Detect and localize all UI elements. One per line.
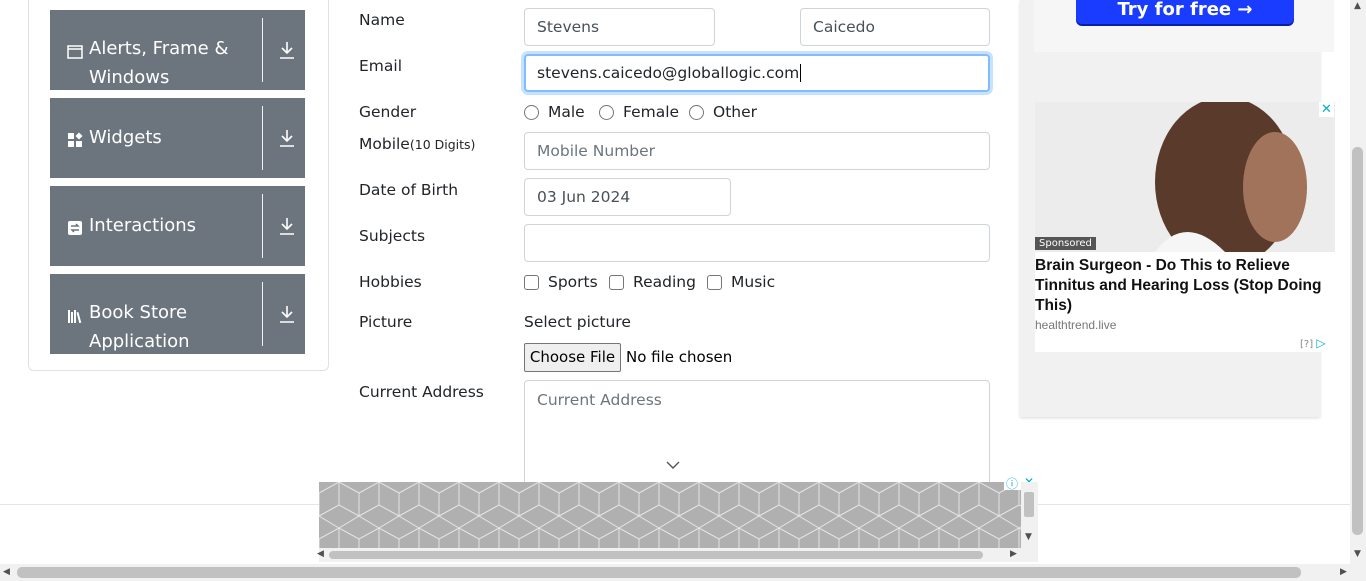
- ad-info[interactable]: [?] ▷: [1300, 336, 1326, 350]
- mobile-label-text: Mobile: [359, 135, 410, 153]
- ad-info-label: [?]: [1300, 339, 1314, 350]
- mobile-label: Mobile(10 Digits): [359, 135, 475, 153]
- gender-other-radio[interactable]: [689, 105, 704, 120]
- choose-file-button[interactable]: Choose File: [524, 343, 621, 372]
- download-arrow-icon[interactable]: [278, 128, 296, 148]
- name-label: Name: [359, 11, 405, 29]
- info-icon[interactable]: ⓘ: [1006, 475, 1018, 492]
- gender-female-radio[interactable]: [599, 105, 614, 120]
- no-file-text: No file chosen: [626, 348, 733, 366]
- hobby-sports-label[interactable]: Sports: [548, 273, 598, 291]
- sidebar-group-label: Alerts, Frame & Windows: [89, 38, 229, 88]
- sidebar-group-widgets[interactable]: Widgets: [50, 98, 305, 178]
- scroll-thumb[interactable]: [17, 567, 1301, 578]
- picture-label: Picture: [359, 313, 413, 331]
- scroll-left-arrow-icon[interactable]: ◀: [317, 550, 324, 559]
- ad-image[interactable]: [1035, 102, 1335, 252]
- top-ad-button[interactable]: Try for free →: [1076, 0, 1294, 24]
- hobby-music-checkbox[interactable]: [707, 275, 722, 290]
- scroll-down-arrow-icon[interactable]: ▼: [1025, 533, 1032, 542]
- hobbies-label: Hobbies: [359, 273, 422, 291]
- scroll-right-arrow-icon[interactable]: ▶: [1340, 568, 1347, 577]
- download-arrow-icon[interactable]: [278, 40, 296, 60]
- email-label: Email: [359, 57, 403, 75]
- gender-male-radio[interactable]: [524, 105, 539, 120]
- scroll-thumb[interactable]: [1352, 147, 1363, 535]
- select-picture-label: Select picture: [524, 313, 631, 331]
- gender-female-label[interactable]: Female: [623, 103, 679, 121]
- email-input[interactable]: stevens.caicedo@globallogic.com: [524, 54, 990, 92]
- divider: [262, 282, 263, 346]
- ad-headline[interactable]: Brain Surgeon - Do This to Relieve Tinni…: [1035, 256, 1335, 316]
- scroll-down-arrow-icon[interactable]: ▼: [1354, 550, 1361, 559]
- scroll-left-arrow-icon[interactable]: ◀: [3, 568, 10, 577]
- email-value: stevens.caicedo@globallogic.com: [537, 64, 800, 82]
- hobby-reading-label[interactable]: Reading: [633, 273, 696, 291]
- interactions-icon: [68, 221, 82, 235]
- download-arrow-icon[interactable]: [278, 304, 296, 324]
- hobby-reading-checkbox[interactable]: [609, 275, 624, 290]
- scroll-thumb[interactable]: [1024, 492, 1034, 517]
- ad-person-image: [1035, 102, 1335, 252]
- bottom-ad-horizontal-scrollbar[interactable]: ◀ ▶: [317, 548, 1021, 562]
- divider: [262, 18, 263, 82]
- subjects-label: Subjects: [359, 227, 426, 245]
- gender-male-label[interactable]: Male: [548, 103, 585, 121]
- hobby-music-label[interactable]: Music: [731, 273, 775, 291]
- sidebar-group-label: Widgets: [89, 127, 162, 148]
- ad-domain[interactable]: healthtrend.live: [1035, 318, 1116, 332]
- window-icon: [67, 45, 83, 59]
- page-vertical-scrollbar[interactable]: ▲ ▼: [1350, 0, 1366, 564]
- book-store-icon: [68, 310, 82, 324]
- page: Alerts, Frame & Windows Widgets Interact…: [0, 0, 1366, 581]
- bottom-ad-vertical-scrollbar[interactable]: ▼: [1021, 482, 1038, 562]
- scroll-right-arrow-icon[interactable]: ▶: [1010, 550, 1017, 559]
- address-textarea[interactable]: Current Address: [524, 380, 990, 490]
- dob-input[interactable]: 03 Jun 2024: [524, 178, 731, 216]
- scroll-up-arrow-icon[interactable]: ▲: [1354, 2, 1361, 11]
- divider: [262, 106, 263, 170]
- sponsored-ad[interactable]: Sponsored Brain Surgeon - Do This to Rel…: [1035, 102, 1335, 352]
- chevron-down-icon[interactable]: [666, 461, 680, 470]
- last-name-input[interactable]: Caicedo: [800, 8, 990, 46]
- download-arrow-icon[interactable]: [278, 216, 296, 236]
- address-label: Current Address: [359, 383, 484, 401]
- text-caret: [800, 64, 802, 82]
- hobby-sports-checkbox[interactable]: [524, 275, 539, 290]
- sidebar-group-label: Interactions: [89, 215, 197, 236]
- first-name-input[interactable]: Stevens: [524, 8, 715, 46]
- close-icon[interactable]: ✕: [1319, 102, 1334, 117]
- page-horizontal-scrollbar[interactable]: ◀ ▶: [0, 564, 1366, 581]
- ad-pattern: [319, 482, 1021, 548]
- scroll-thumb[interactable]: [329, 551, 983, 559]
- sidebar-group-book-store[interactable]: Book Store Application: [50, 274, 305, 354]
- mobile-hint: (10 Digits): [409, 137, 476, 152]
- sponsored-badge: Sponsored: [1035, 237, 1096, 250]
- adchoices-icon[interactable]: ▷: [1316, 336, 1325, 350]
- gender-label: Gender: [359, 103, 417, 121]
- subjects-input[interactable]: [524, 224, 990, 262]
- mobile-input[interactable]: Mobile Number: [524, 132, 990, 170]
- gender-other-label[interactable]: Other: [713, 103, 757, 121]
- sidebar-group-label: Book Store Application: [89, 302, 190, 352]
- sidebar-group-interactions[interactable]: Interactions: [50, 186, 305, 266]
- bottom-ad[interactable]: [319, 482, 1021, 548]
- divider: [262, 194, 263, 258]
- sidebar-group-alerts[interactable]: Alerts, Frame & Windows: [50, 10, 305, 90]
- widgets-icon: [68, 132, 83, 147]
- dob-label: Date of Birth: [359, 181, 459, 199]
